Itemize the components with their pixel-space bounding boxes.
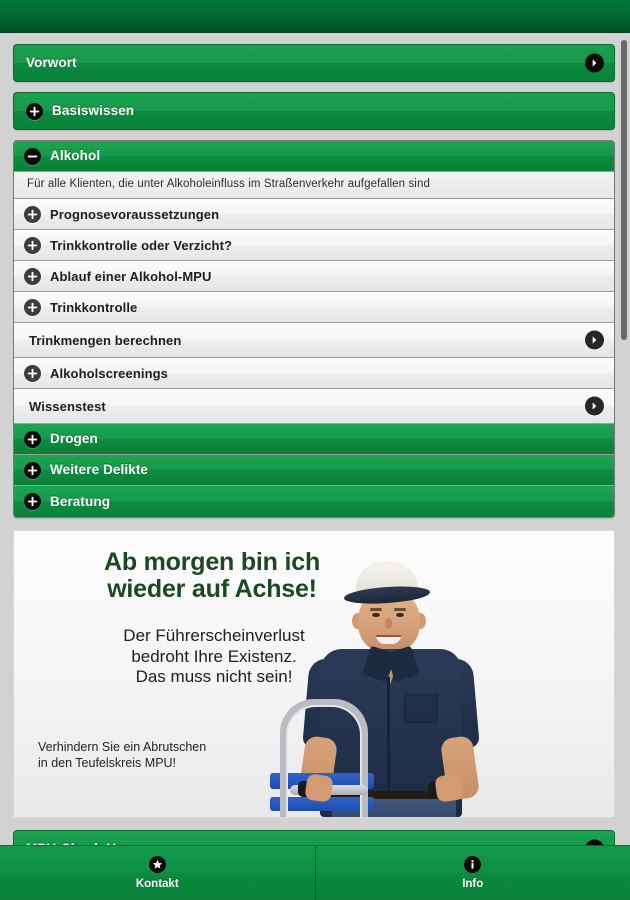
minus-circle-icon[interactable] (24, 147, 41, 165)
chevron-right-icon[interactable] (585, 396, 604, 416)
menu-item-weitere-delikte-label: Weitere Delikte (50, 462, 149, 478)
menu-item-beratung-label: Beratung (50, 493, 111, 509)
scroll-area[interactable]: Vorwort Basiswissen Alkohol Für alle Kli… (0, 34, 630, 845)
menu-item-alkohol-label: Alkohol (50, 148, 101, 164)
menu-group-alkohol: Alkohol Für alle Klienten, die unter Alk… (13, 140, 615, 518)
menu-item-alkohol[interactable]: Alkohol (14, 141, 614, 172)
chevron-right-icon[interactable] (585, 53, 604, 73)
menu-subitem-trinkkontrolle[interactable]: Trinkkontrolle (14, 292, 614, 323)
star-icon (148, 856, 166, 873)
vertical-scrollbar-thumb[interactable] (621, 40, 627, 340)
photo-hand-right (434, 773, 464, 803)
menu-subitem-label: Trinkmengen berechnen (29, 332, 182, 348)
plus-circle-icon[interactable] (24, 461, 41, 479)
photo-hand-left (304, 773, 334, 803)
bottom-tab-bar: Kontakt Info (0, 845, 630, 900)
menu-subitem-prognosevoraussetzungen[interactable]: Prognosevoraussetzungen (14, 199, 614, 230)
plus-circle-icon[interactable] (24, 364, 41, 382)
plus-circle-icon[interactable] (26, 102, 43, 120)
menu-item-vorwort-label: Vorwort (26, 55, 77, 71)
menu-item-mpu-check-up[interactable]: MPU-Check-Up (13, 830, 615, 845)
info-icon (464, 856, 482, 873)
plus-circle-icon[interactable] (24, 205, 41, 223)
menu-item-vorwort[interactable]: Vorwort (13, 44, 615, 82)
photo-shirt-pocket (404, 693, 438, 723)
menu-item-weitere-delikte[interactable]: Weitere Delikte (14, 455, 614, 486)
menu-subitem-label: Trinkkontrolle (50, 299, 138, 315)
tab-kontakt[interactable]: Kontakt (0, 846, 315, 900)
menu-item-beratung[interactable]: Beratung (14, 486, 614, 517)
menu-subitem-label: Ablauf einer Alkohol-MPU (50, 268, 212, 284)
menu-group-alkohol-note: Für alle Klienten, die unter Alkoholeinf… (14, 172, 614, 199)
menu-subitem-alkoholscreenings[interactable]: Alkoholscreenings (14, 358, 614, 389)
promo-banner-photo (270, 559, 526, 817)
menu-subitem-label: Prognosevoraussetzungen (50, 206, 220, 222)
plus-circle-icon[interactable] (24, 236, 41, 254)
promo-banner[interactable]: Ab morgen bin ich wieder auf Achse! Der … (13, 530, 615, 818)
tab-info-label: Info (462, 878, 484, 890)
menu-subitem-trinkkontrolle-oder-verzicht[interactable]: Trinkkontrolle oder Verzicht? (14, 230, 614, 261)
menu-item-basiswissen-label: Basiswissen (52, 103, 135, 119)
app-root: Vorwort Basiswissen Alkohol Für alle Kli… (0, 0, 630, 900)
menu-content: Vorwort Basiswissen Alkohol Für alle Kli… (0, 34, 630, 845)
chevron-right-icon[interactable] (585, 330, 604, 350)
menu-item-drogen-label: Drogen (50, 431, 98, 447)
menu-subitem-trinkmengen-berechnen[interactable]: Trinkmengen berechnen (14, 323, 614, 358)
tab-kontakt-label: Kontakt (135, 878, 179, 890)
photo-brow-right (394, 608, 406, 611)
menu-subitem-wissenstest[interactable]: Wissenstest (14, 389, 614, 424)
menu-subitem-label: Alkoholscreenings (50, 365, 169, 381)
top-bar (0, 0, 630, 33)
menu-item-basiswissen[interactable]: Basiswissen (13, 92, 615, 130)
menu-item-drogen[interactable]: Drogen (14, 424, 614, 455)
menu-group-alkohol-note-text: Für alle Klienten, die unter Alkoholeinf… (27, 178, 430, 191)
plus-circle-icon[interactable] (24, 298, 41, 316)
tab-info[interactable]: Info (314, 846, 630, 900)
plus-circle-icon[interactable] (24, 493, 41, 510)
photo-nose (385, 618, 392, 629)
menu-subitem-label: Wissenstest (29, 398, 106, 414)
plus-circle-icon[interactable] (24, 430, 41, 448)
photo-eye-right (396, 613, 404, 617)
plus-circle-icon[interactable] (24, 267, 41, 285)
photo-eye-left (372, 613, 380, 617)
vertical-scrollbar[interactable] (620, 34, 629, 845)
menu-subitem-label: Trinkkontrolle oder Verzicht? (50, 237, 233, 253)
menu-subitem-ablauf-einer-alkohol-mpu[interactable]: Ablauf einer Alkohol-MPU (14, 261, 614, 292)
photo-brow-left (370, 608, 382, 611)
